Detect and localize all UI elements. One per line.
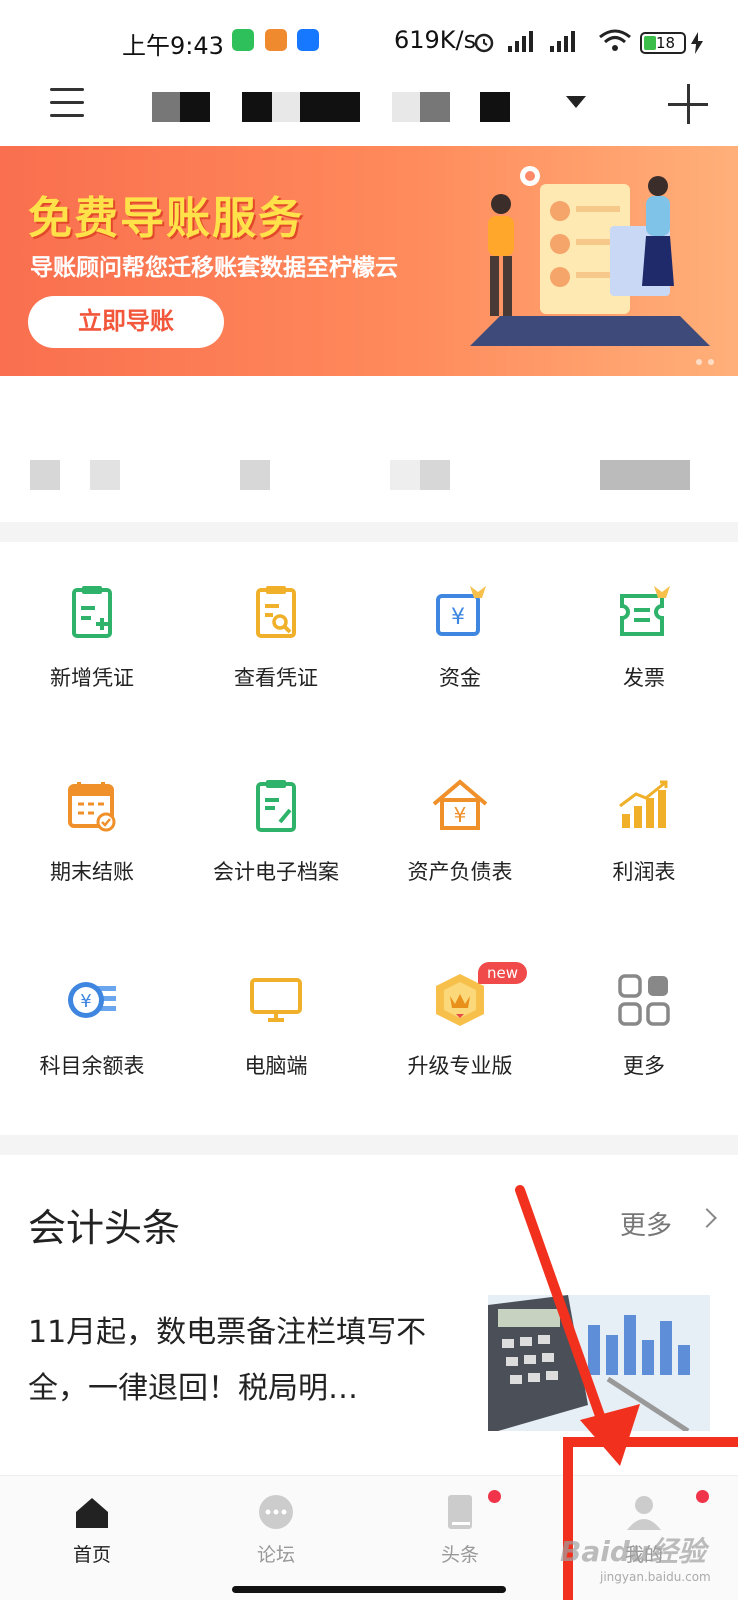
e-archive-icon (256, 780, 296, 832)
grid-item-funds[interactable]: ¥ 资金 (368, 542, 552, 722)
grid-item-view-voucher[interactable]: 查看凭证 (184, 542, 368, 722)
tab-home[interactable]: 首页 (0, 1490, 184, 1570)
user-icon (627, 1496, 661, 1530)
plus-icon[interactable] (668, 84, 708, 124)
grid-label: 期末结账 (50, 860, 134, 884)
tab-label: 首页 (72, 1544, 111, 1566)
grid-item-account-balance[interactable]: ¥ 科目余额表 (0, 930, 184, 1110)
wechat-notify-icon (232, 29, 254, 51)
grid-label: 会计电子档案 (213, 860, 339, 884)
notification-dot (488, 1490, 501, 1503)
app-notify-icon (265, 29, 287, 51)
grid-label: 更多 (623, 1054, 665, 1078)
grid-item-add-voucher[interactable]: 新增凭证 (0, 542, 184, 722)
alipay-notify-icon (297, 29, 319, 51)
period-close-icon (68, 782, 116, 832)
watermark-url: jingyan.baidu.com (600, 1570, 711, 1584)
grid-item-upgrade[interactable]: 升级专业版 (368, 930, 552, 1110)
redacted-value (420, 460, 450, 490)
grid-item-profit[interactable]: 利润表 (552, 736, 736, 916)
redacted-value (390, 460, 420, 490)
book-icon (448, 1495, 472, 1529)
banner-subtitle: 导账顾问帮您迁移账套数据至柠檬云 (30, 255, 398, 281)
more-grid-icon (618, 974, 670, 1026)
redacted-value (90, 460, 120, 490)
summary-row (0, 376, 738, 522)
chat-icon (259, 1495, 293, 1529)
grid-label: 发票 (623, 666, 665, 690)
news-section-title: 会计头条 (28, 1206, 181, 1250)
battery-level: 18 (656, 34, 676, 52)
new-badge: new (478, 962, 528, 984)
banner-title: 免费导账服务 (28, 193, 304, 244)
redacted-value (30, 460, 60, 490)
promo-banner[interactable]: 免费导账服务 导账顾问帮您迁移账套数据至柠檬云 立即导账 (0, 146, 738, 376)
profit-chart-icon (619, 780, 668, 828)
charging-icon (691, 32, 703, 54)
redacted-value (600, 460, 690, 490)
watermark-logo: Baidu经验 (560, 1535, 706, 1568)
grid-item-balance-sheet[interactable]: ¥ 资产负债表 (368, 736, 552, 916)
status-bar: 上午9:43 619K/s 18 (0, 0, 738, 80)
status-time: 上午9:43 (122, 32, 224, 60)
news-more-link[interactable]: 更多 (620, 1205, 672, 1242)
news-thumbnail[interactable] (488, 1295, 710, 1431)
desktop-icon (250, 978, 302, 1022)
grid-item-more[interactable]: 更多 (552, 930, 736, 1110)
import-now-button[interactable]: 立即导账 (28, 296, 224, 348)
add-voucher-icon (72, 586, 112, 638)
top-nav (0, 80, 738, 146)
grid-label: 电脑端 (244, 1054, 308, 1078)
tab-forum[interactable]: 论坛 (184, 1490, 368, 1570)
feature-grid: 新增凭证 查看凭证 ¥ 资金 发票 期末结账 会计电子档案 ¥ 资产负债表 利润… (0, 542, 738, 1135)
funds-icon: ¥ (436, 586, 486, 636)
balance-sheet-icon: ¥ (432, 779, 488, 830)
wifi-icon (599, 29, 631, 51)
home-icon (76, 1498, 108, 1528)
svg-text:¥: ¥ (454, 803, 467, 827)
grid-label: 新增凭证 (50, 666, 134, 690)
view-voucher-icon (256, 586, 296, 638)
battery-icon: 18 (640, 32, 686, 54)
grid-label: 科目余额表 (39, 1054, 145, 1078)
redacted-value (240, 460, 270, 490)
network-speed: 619K/s (394, 26, 477, 54)
grid-label: 利润表 (612, 860, 676, 884)
svg-text:¥: ¥ (451, 605, 465, 630)
svg-text:¥: ¥ (80, 991, 91, 1012)
chevron-right-icon[interactable] (697, 1208, 717, 1228)
org-switcher[interactable] (152, 92, 522, 122)
grid-item-invoice[interactable]: 发票 (552, 542, 736, 722)
news-section: 会计头条 更多 11月起，数电票备注栏填写不全，一律退回！税局明… (0, 1155, 738, 1475)
banner-illustration (470, 166, 710, 346)
signal-icon-2 (550, 31, 575, 52)
banner-pager (690, 350, 714, 369)
notification-dot (696, 1490, 709, 1503)
grid-label: 查看凭证 (234, 666, 318, 690)
tab-label: 论坛 (256, 1544, 295, 1566)
grid-item-period-close[interactable]: 期末结账 (0, 736, 184, 916)
invoice-icon (620, 586, 670, 636)
chevron-down-icon[interactable] (566, 96, 586, 108)
news-headline[interactable]: 11月起，数电票备注栏填写不全，一律退回！税局明… (28, 1305, 458, 1417)
menu-icon[interactable] (50, 88, 84, 120)
tab-headlines[interactable]: 头条 (368, 1490, 552, 1570)
home-indicator (232, 1586, 506, 1593)
alarm-icon (474, 33, 494, 53)
tab-label: 头条 (440, 1544, 479, 1566)
grid-label: 升级专业版 (407, 1054, 513, 1078)
grid-label: 资产负债表 (407, 860, 513, 884)
grid-label: 资金 (439, 666, 481, 690)
account-balance-icon: ¥ (68, 982, 116, 1018)
grid-item-desktop[interactable]: 电脑端 (184, 930, 368, 1110)
grid-item-e-archive[interactable]: 会计电子档案 (184, 736, 368, 916)
signal-icon (508, 31, 533, 52)
